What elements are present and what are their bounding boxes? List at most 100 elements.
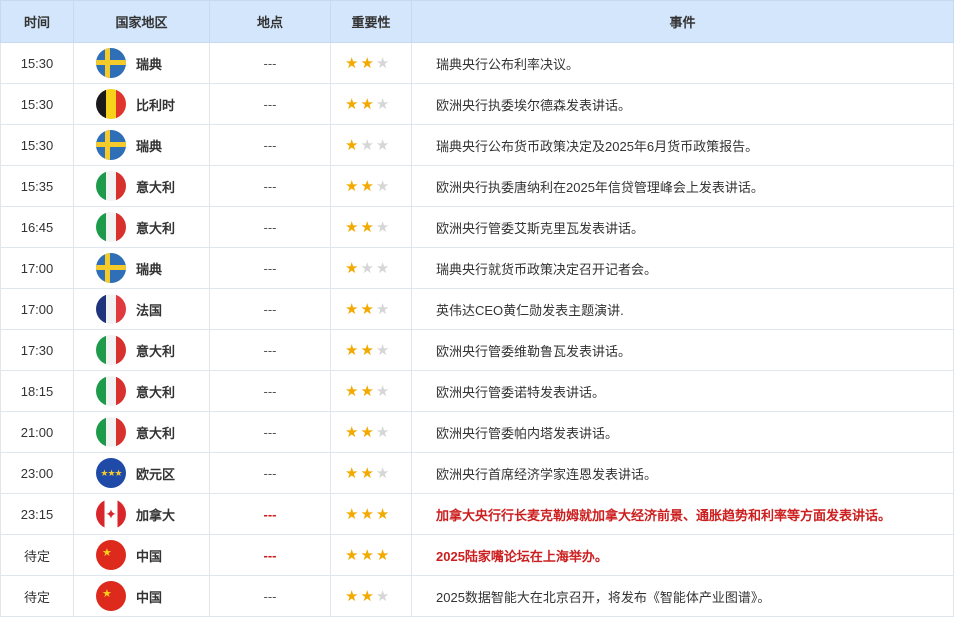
event-description: 欧洲央行管委帕内塔发表讲话。 (411, 411, 954, 453)
country-name: 意大利 (136, 179, 176, 195)
country-cell: 法国 (73, 288, 210, 330)
table-row: 23:00 ★★★ 欧元区 --- ★ ★ ★ 欧洲央行首席经济学家连恩发表讲话。 (0, 452, 954, 494)
importance-rating: ★ ★ ★ (330, 83, 412, 125)
country-cell: 瑞典 (73, 247, 210, 289)
table-row: 17:00 瑞典 --- ★ ★ ★ 瑞典央行就货币政策决定召开记者会。 (0, 247, 954, 289)
star-empty-icon: ★ (375, 260, 390, 277)
event-location: --- (209, 534, 331, 576)
importance-rating: ★ ★ ★ (330, 493, 412, 535)
country-name: 瑞典 (136, 261, 163, 277)
country-cell: ★★★ 欧元区 (73, 452, 210, 494)
importance-rating: ★ ★ ★ (330, 42, 412, 84)
star-empty-icon: ★ (375, 424, 390, 441)
country-cell: 瑞典 (73, 124, 210, 166)
table-row: 待定 ★ 中国 --- ★ ★ ★ 2025数据智能大在北京召开，将发布《智能体产业图谱》。 (0, 575, 954, 617)
header-time: 时间 (0, 0, 74, 43)
country-name: 意大利 (136, 220, 176, 236)
event-time: 15:30 (0, 42, 74, 84)
star-empty-icon: ★ (375, 55, 390, 72)
importance-rating: ★ ★ ★ (330, 206, 412, 248)
country-name: 意大利 (136, 425, 176, 441)
star-filled-icon: ★ (360, 547, 374, 564)
importance-rating: ★ ★ ★ (330, 370, 412, 412)
event-description: 欧洲央行首席经济学家连恩发表讲话。 (411, 452, 954, 494)
event-description: 瑞典央行公布利率决议。 (411, 42, 954, 84)
star-filled-icon: ★ (360, 588, 374, 605)
country-name: 比利时 (136, 97, 176, 113)
country-name: 欧元区 (136, 466, 176, 482)
event-description: 英伟达CEO黄仁勋发表主题演讲. (411, 288, 954, 330)
country-cell: 意大利 (73, 370, 210, 412)
country-cell: ✦ 加拿大 (73, 493, 210, 535)
event-location: --- (209, 42, 331, 84)
table-row: 17:00 法国 --- ★ ★ ★ 英伟达CEO黄仁勋发表主题演讲. (0, 288, 954, 330)
economic-calendar-table: 时间 国家地区 地点 重要性 事件 15:30 瑞典 --- ★ ★ ★ 瑞典央行公布利率决… (0, 0, 954, 617)
star-filled-icon: ★ (345, 424, 359, 441)
importance-rating: ★ ★ ★ (330, 575, 412, 617)
star-empty-icon: ★ (375, 219, 390, 236)
table-row: 17:30 意大利 --- ★ ★ ★ 欧洲央行管委维勒鲁瓦发表讲话。 (0, 329, 954, 371)
sweden-flag-icon (96, 48, 126, 78)
country-cell: ★ 中国 (73, 534, 210, 576)
star-filled-icon: ★ (360, 178, 374, 195)
france-flag-icon (96, 294, 126, 324)
event-location: --- (209, 206, 331, 248)
event-time: 17:00 (0, 247, 74, 289)
table-row: 15:30 瑞典 --- ★ ★ ★ 瑞典央行公布货币政策决定及2025年6月货币政策报告。 (0, 124, 954, 166)
country-cell: 比利时 (73, 83, 210, 125)
star-filled-icon: ★ (345, 547, 359, 564)
event-time: 15:30 (0, 124, 74, 166)
star-filled-icon: ★ (345, 260, 359, 277)
importance-rating: ★ ★ ★ (330, 534, 412, 576)
star-filled-icon: ★ (360, 424, 374, 441)
country-cell: ★ 中国 (73, 575, 210, 617)
italy-flag-icon (96, 171, 126, 201)
header-event: 事件 (411, 0, 954, 43)
italy-flag-icon (96, 212, 126, 242)
country-cell: 意大利 (73, 206, 210, 248)
country-name: 意大利 (136, 384, 176, 400)
table-row: 16:45 意大利 --- ★ ★ ★ 欧洲央行管委艾斯克里瓦发表讲话。 (0, 206, 954, 248)
star-filled-icon: ★ (345, 137, 359, 154)
star-filled-icon: ★ (345, 219, 359, 236)
event-description: 欧洲央行执委唐纳利在2025年信贷管理峰会上发表讲话。 (411, 165, 954, 207)
event-time: 23:15 (0, 493, 74, 535)
country-cell: 意大利 (73, 411, 210, 453)
country-name: 加拿大 (136, 507, 176, 523)
italy-flag-icon (96, 335, 126, 365)
china-flag-icon: ★ (96, 540, 126, 570)
event-location: --- (209, 452, 331, 494)
table-row: 18:15 意大利 --- ★ ★ ★ 欧洲央行管委诺特发表讲话。 (0, 370, 954, 412)
star-filled-icon: ★ (345, 178, 359, 195)
event-time: 18:15 (0, 370, 74, 412)
sweden-flag-icon (96, 130, 126, 160)
italy-flag-icon (96, 417, 126, 447)
event-location: --- (209, 370, 331, 412)
country-cell: 意大利 (73, 329, 210, 371)
star-filled-icon: ★ (375, 506, 390, 523)
star-filled-icon: ★ (360, 506, 374, 523)
country-name: 意大利 (136, 343, 176, 359)
star-filled-icon: ★ (345, 342, 359, 359)
table-row: 待定 ★ 中国 --- ★ ★ ★ 2025陆家嘴论坛在上海举办。 (0, 534, 954, 576)
country-name: 中国 (136, 589, 163, 605)
event-description: 加拿大央行行长麦克勒姆就加拿大经济前景、通胀趋势和利率等方面发表讲话。 (411, 493, 954, 535)
star-empty-icon: ★ (375, 588, 390, 605)
header-country: 国家地区 (73, 0, 210, 43)
star-filled-icon: ★ (360, 219, 374, 236)
star-empty-icon: ★ (375, 137, 390, 154)
event-time: 17:00 (0, 288, 74, 330)
star-empty-icon: ★ (375, 178, 390, 195)
star-filled-icon: ★ (345, 465, 359, 482)
country-cell: 瑞典 (73, 42, 210, 84)
star-filled-icon: ★ (360, 342, 374, 359)
star-filled-icon: ★ (360, 96, 374, 113)
country-name: 瑞典 (136, 56, 163, 72)
star-filled-icon: ★ (375, 547, 390, 564)
italy-flag-icon (96, 376, 126, 406)
event-time: 23:00 (0, 452, 74, 494)
event-time: 21:00 (0, 411, 74, 453)
country-name: 中国 (136, 548, 163, 564)
event-description: 欧洲央行管委维勒鲁瓦发表讲话。 (411, 329, 954, 371)
event-time: 待定 (0, 534, 74, 576)
